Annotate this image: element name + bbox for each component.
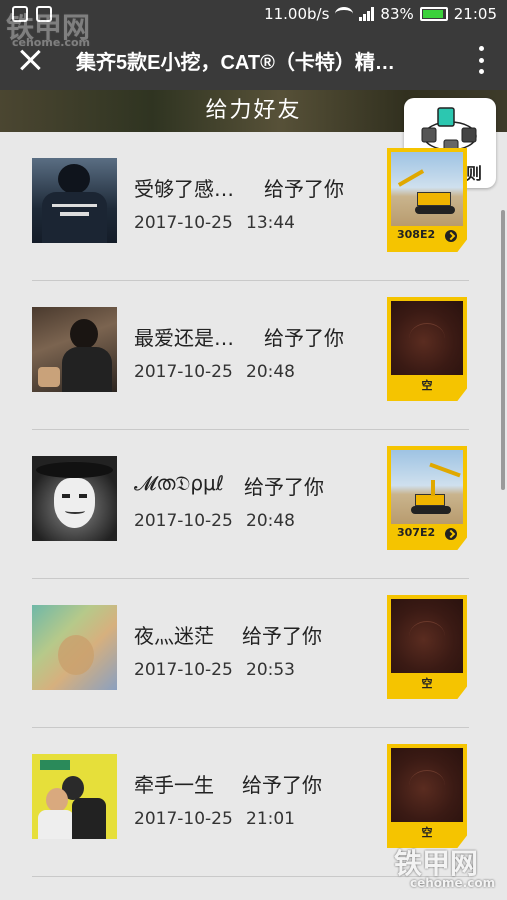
date: 2017-10-25	[134, 809, 233, 829]
friend-list: 受够了感… 给予了你 2017-10-25 13:44 308E2 最爱还是… …	[0, 132, 507, 877]
action-text: 给予了你	[242, 773, 322, 797]
avatar	[32, 605, 117, 690]
clock: 21:05	[453, 5, 497, 23]
excavator-card[interactable]: 空	[387, 744, 467, 848]
excavator-image	[391, 152, 463, 226]
watermark-domain: cehome.com	[410, 876, 496, 890]
avatar	[32, 307, 117, 392]
action-text: 给予了你	[244, 475, 324, 499]
battery-percent: 83%	[380, 5, 414, 23]
time: 20:48	[246, 511, 295, 531]
empty-card-image	[391, 599, 463, 673]
card-empty-label: 空	[421, 677, 433, 690]
card-empty-label: 空	[421, 826, 433, 839]
arrow-right-icon	[445, 528, 457, 540]
date: 2017-10-25	[134, 213, 233, 233]
date: 2017-10-25	[134, 362, 233, 382]
date: 2017-10-25	[134, 511, 233, 531]
excavator-card[interactable]: 空	[387, 297, 467, 401]
excavator-card[interactable]: 空	[387, 595, 467, 699]
friend-name: 最爱还是…	[134, 326, 234, 350]
card-empty-label: 空	[421, 379, 433, 392]
list-item[interactable]: 𝓜ത𝔇ρμℓ 给予了你 2017-10-25 20:48 307E2	[0, 430, 507, 579]
battery-icon	[419, 7, 448, 21]
page-title: 集齐5款E小挖，CAT®（卡特）精…	[76, 52, 395, 74]
avatar	[32, 456, 117, 541]
friend-name: 𝓜ത𝔇ρμℓ	[134, 471, 225, 495]
scrollbar[interactable]	[501, 210, 505, 490]
signal-icon	[359, 7, 375, 21]
friend-name: 夜灬迷茫	[134, 624, 214, 648]
avatar	[32, 158, 117, 243]
date: 2017-10-25	[134, 660, 233, 680]
avatar	[32, 754, 117, 839]
action-text: 给予了你	[242, 624, 322, 648]
friend-name: 受够了感…	[134, 177, 234, 201]
action-text: 给予了你	[264, 177, 344, 201]
empty-card-image	[391, 301, 463, 375]
list-item[interactable]: 最爱还是… 给予了你 2017-10-25 20:48 空	[0, 281, 507, 430]
list-item[interactable]: 受够了感… 给予了你 2017-10-25 13:44 308E2	[0, 132, 507, 281]
empty-card-image	[391, 748, 463, 822]
action-text: 给予了你	[264, 326, 344, 350]
list-item[interactable]: 夜灬迷茫 给予了你 2017-10-25 20:53 空	[0, 579, 507, 728]
excavator-card[interactable]: 308E2	[387, 148, 467, 252]
network-speed: 11.00b/s	[264, 5, 330, 23]
watermark-domain: cehome.com	[12, 36, 91, 49]
friend-name: 牵手一生	[134, 773, 214, 797]
more-menu-icon[interactable]	[479, 46, 485, 74]
time: 13:44	[246, 213, 295, 233]
time: 20:48	[246, 362, 295, 382]
arrow-right-icon	[445, 230, 457, 242]
excavator-image	[391, 450, 463, 524]
time: 21:01	[246, 809, 295, 829]
excavator-card[interactable]: 307E2	[387, 446, 467, 550]
time: 20:53	[246, 660, 295, 680]
wifi-icon	[335, 7, 354, 21]
